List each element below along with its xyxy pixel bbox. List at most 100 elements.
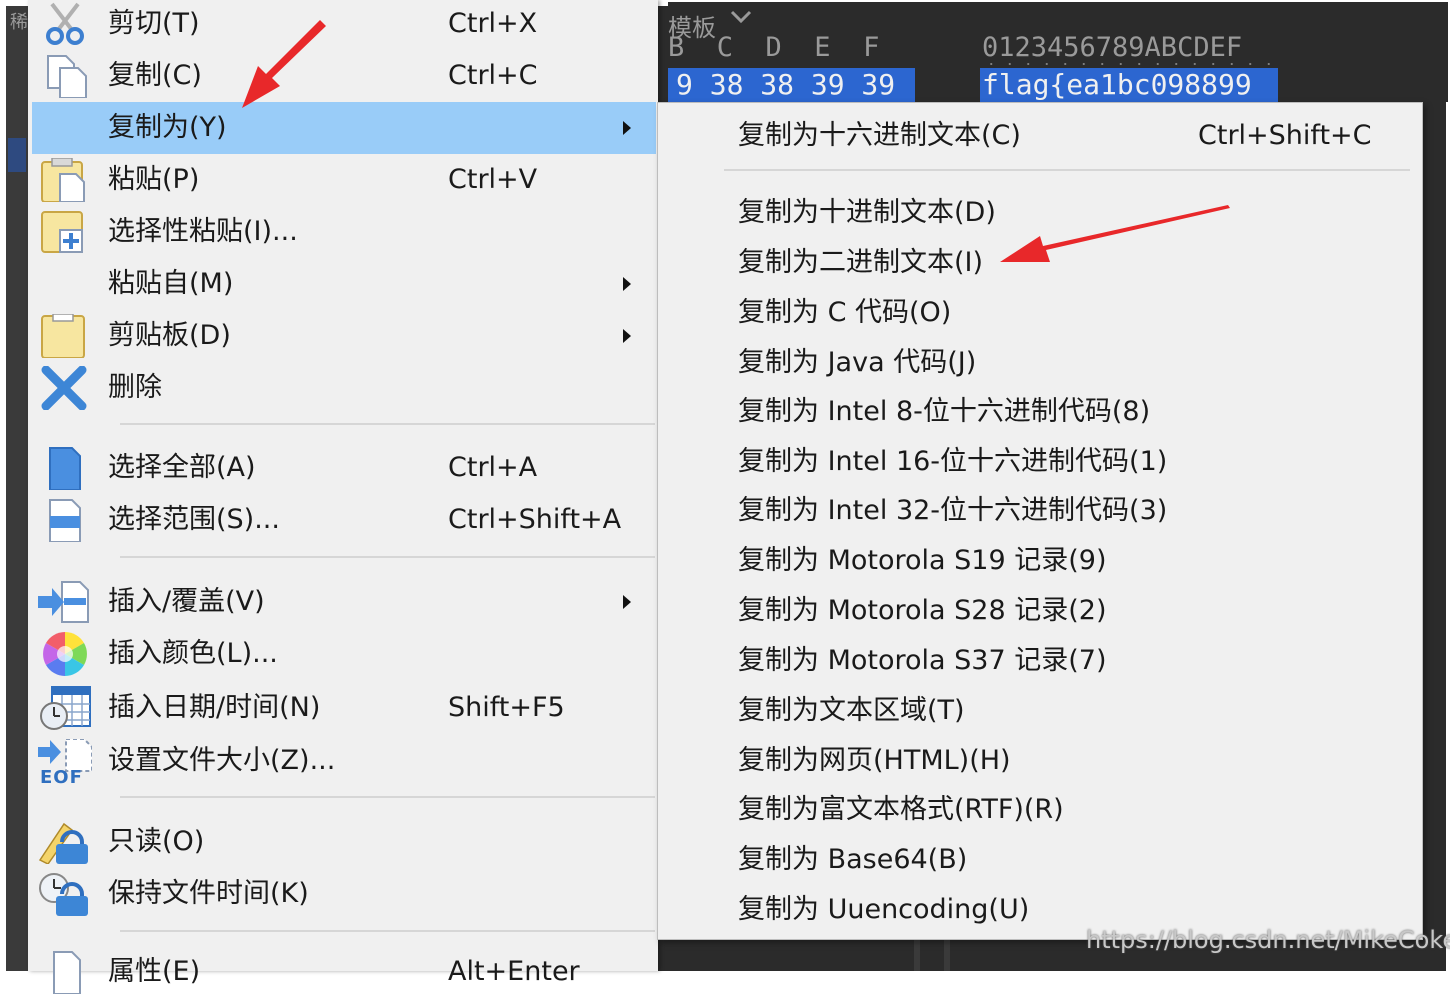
selected-hex-text: 9 38 38 39 39 [676,68,896,101]
submenu-item-hex-text[interactable]: 复制为十六进制文本(C) Ctrl+Shift+C [658,111,1422,161]
ascii-column-dots [982,62,1278,66]
properties-icon [53,951,81,994]
selected-hex-bytes[interactable]: 9 38 38 39 39 [668,68,915,102]
submenu-arrow-icon [623,595,631,609]
menu-item-label: 选择全部(A) [108,452,256,483]
submenu-item-binary-text[interactable]: 复制为二进制文本(I) [658,238,1422,288]
selected-ascii-text[interactable]: flag{ea1bc098899 [980,68,1278,102]
menu-item-read-only[interactable]: 只读(O) [32,816,656,868]
insert-overwrite-icon [38,581,89,623]
menu-item-label: 保持文件时间(K) [108,878,309,909]
submenu-item-html[interactable]: 复制为网页(HTML)(H) [658,736,1422,786]
paste-special-icon [41,211,83,253]
eof-icon-text: EOF [40,767,83,788]
submenu-item-c-code[interactable]: 复制为 C 代码(O) [658,288,1422,338]
menu-item-select-range[interactable]: 选择范围(S)... Ctrl+Shift+A [32,494,656,546]
copy-icon [47,55,87,98]
copy-as-submenu: 复制为十六进制文本(C) Ctrl+Shift+C 复制为十进制文本(D) 复制… [657,102,1423,940]
calendar-clock-icon [40,686,91,730]
submenu-item-label: 复制为网页(HTML)(H) [738,745,1011,776]
watermark: https://blog.csdn.net/MikeCoke [1086,926,1450,954]
submenu-item-label: 复制为文本区域(T) [738,695,965,726]
menu-item-insert-datetime[interactable]: 插入日期/时间(N) Shift+F5 [32,682,656,734]
menu-item-cut[interactable]: 剪切(T) Ctrl+X [32,0,656,50]
submenu-item-base64[interactable]: 复制为 Base64(B) [658,835,1422,885]
hex-column-header: B C D E F [668,32,880,63]
submenu-arrow-icon [623,277,631,291]
menu-item-properties[interactable]: 属性(E) Alt+Enter [32,946,656,998]
submenu-item-label: 复制为富文本格式(RTF)(R) [738,794,1064,825]
menu-item-delete[interactable]: 删除 [32,362,656,414]
submenu-item-label: 复制为 Intel 16-位十六进制代码(1) [738,446,1168,477]
menu-item-paste[interactable]: 粘贴(P) Ctrl+V [32,154,656,206]
submenu-item-label: 复制为 Intel 32-位十六进制代码(3) [738,495,1168,526]
menu-item-label: 粘贴自(M) [108,268,234,299]
menu-item-insert-color[interactable]: 插入颜色(L)... [32,628,656,680]
clipboard-icon [41,314,85,358]
menu-item-shortcut: Alt+Enter [448,956,580,987]
left-gutter [6,6,30,971]
submenu-item-motorola-s37[interactable]: 复制为 Motorola S37 记录(7) [658,636,1422,686]
menu-separator [120,930,655,932]
chevron-down-icon[interactable] [730,10,752,24]
submenu-item-label: 复制为 C 代码(O) [738,297,952,328]
submenu-item-label: 复制为 Motorola S19 记录(9) [738,545,1107,576]
lock-pencil-icon [38,822,88,864]
menu-item-shortcut: Ctrl+X [448,8,538,39]
menu-item-label: 删除 [108,372,162,403]
submenu-item-intel-16bit[interactable]: 复制为 Intel 16-位十六进制代码(1) [658,437,1422,487]
menu-item-label: 剪贴板(D) [108,320,231,351]
menu-item-label: 剪切(T) [108,8,200,39]
menu-separator [120,796,655,798]
submenu-item-shortcut: Ctrl+Shift+C [1198,120,1372,151]
menu-item-label: 复制为(Y) [108,112,227,143]
menu-item-copy-as[interactable]: 复制为(Y) [32,102,656,154]
submenu-separator [724,169,1410,171]
menu-item-shortcut: Ctrl+C [448,60,538,91]
select-range-icon [49,499,81,542]
submenu-arrow-icon [623,329,631,343]
menu-item-label: 选择范围(S)... [108,504,280,535]
submenu-item-decimal-text[interactable]: 复制为十进制文本(D) [658,188,1422,238]
menu-item-label: 只读(O) [108,826,205,857]
menu-item-shortcut: Ctrl+V [448,164,538,195]
menu-item-set-file-size[interactable]: EOF 设置文件大小(Z)... [32,735,656,788]
menu-item-label: 属性(E) [108,956,201,987]
menu-item-paste-from[interactable]: 粘贴自(M) [32,258,656,310]
menu-item-shortcut: Shift+F5 [448,692,565,723]
menu-item-label: 插入/覆盖(V) [108,586,265,617]
submenu-item-rtf[interactable]: 复制为富文本格式(RTF)(R) [658,785,1422,835]
submenu-item-label: 复制为 Java 代码(J) [738,347,977,378]
submenu-item-label: 复制为 Uuencoding(U) [738,894,1030,925]
menu-item-clipboard[interactable]: 剪贴板(D) [32,310,656,362]
menu-separator [120,556,655,558]
submenu-item-motorola-s19[interactable]: 复制为 Motorola S19 记录(9) [658,536,1422,586]
lock-clock-icon [39,873,88,916]
submenu-item-intel-32bit[interactable]: 复制为 Intel 32-位十六进制代码(3) [658,486,1422,536]
submenu-item-java-code[interactable]: 复制为 Java 代码(J) [658,338,1422,388]
submenu-item-label: 复制为十六进制文本(C) [738,120,1021,151]
menu-item-paste-special[interactable]: 选择性粘贴(I)... [32,206,656,258]
menu-item-label: 插入颜色(L)... [108,638,278,669]
submenu-item-label: 复制为 Intel 8-位十六进制代码(8) [738,396,1151,427]
ascii-column-header: 0123456789ABCDEF [982,32,1243,63]
menu-item-copy[interactable]: 复制(C) Ctrl+C [32,50,656,102]
menu-item-label: 设置文件大小(Z)... [108,745,336,776]
submenu-arrow-icon [623,121,631,135]
menu-item-label: 复制(C) [108,60,202,91]
selected-ascii-value: flag{ea1bc098899 [982,68,1252,101]
menu-item-insert-overwrite[interactable]: 插入/覆盖(V) [32,576,656,628]
submenu-item-label: 复制为 Motorola S37 记录(7) [738,645,1107,676]
select-all-icon [49,447,81,490]
submenu-item-motorola-s28[interactable]: 复制为 Motorola S28 记录(2) [658,586,1422,636]
menu-item-label: 粘贴(P) [108,164,200,195]
submenu-item-label: 复制为十进制文本(D) [738,197,996,228]
menu-item-shortcut: Ctrl+A [448,452,538,483]
menu-item-label: 选择性粘贴(I)... [108,216,298,247]
submenu-item-text-area[interactable]: 复制为文本区域(T) [658,686,1422,736]
submenu-item-intel-8bit[interactable]: 复制为 Intel 8-位十六进制代码(8) [658,387,1422,437]
menu-item-keep-file-time[interactable]: 保持文件时间(K) [32,868,656,920]
corner-glyph: 稀 [10,12,28,33]
menu-item-select-all[interactable]: 选择全部(A) Ctrl+A [32,442,656,494]
color-wheel-icon [43,632,87,676]
